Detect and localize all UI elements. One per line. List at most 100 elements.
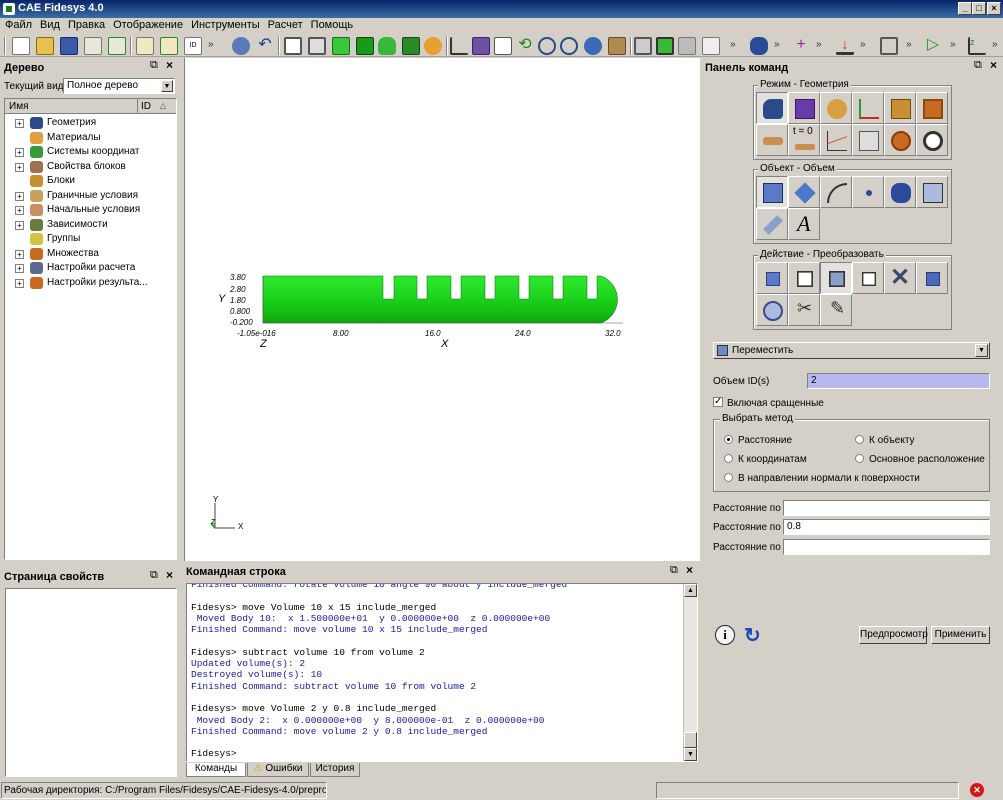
include-merged-checkbox[interactable]: ✓ [713, 397, 723, 407]
zoom-out-icon[interactable] [560, 37, 578, 55]
expand-icon[interactable]: + [15, 191, 24, 201]
mode-material-button[interactable] [820, 92, 852, 124]
mode-geometry-button[interactable] [756, 92, 788, 124]
scroll-down-icon[interactable]: ▼ [684, 748, 697, 761]
open-folder-icon[interactable] [36, 37, 54, 55]
action-create-button[interactable] [756, 262, 788, 294]
toolbar-more-icon-5[interactable]: » [860, 39, 866, 50]
mode-calc-button[interactable] [852, 124, 884, 156]
mode-results-button[interactable] [884, 124, 916, 156]
expand-icon[interactable]: + [15, 119, 24, 128]
menu-help[interactable]: Помощь [306, 18, 357, 31]
action-copy-button[interactable] [852, 262, 884, 294]
dist-z-input[interactable] [783, 539, 990, 555]
script-icon[interactable] [136, 37, 154, 55]
export-icon[interactable] [108, 37, 126, 55]
radio-normal[interactable] [724, 473, 733, 482]
properties-float-button[interactable]: ⧉ [150, 569, 158, 582]
front-view-icon[interactable] [634, 37, 652, 55]
error-indicator-icon[interactable]: ✕ [970, 783, 984, 797]
model-body[interactable] [262, 275, 618, 324]
action-unite-button[interactable] [756, 294, 788, 326]
operation-select[interactable]: Переместить ▼ [713, 342, 990, 359]
scroll-up-icon[interactable]: ▲ [684, 584, 697, 597]
display-volume-icon[interactable] [378, 37, 396, 55]
tree-view[interactable]: Имя ID △ + Геометрия Материалы + Системы коо… [4, 98, 177, 560]
id-icon[interactable]: ID [184, 37, 202, 55]
volume-ids-input[interactable]: 2 [807, 373, 990, 389]
col-id-header[interactable]: ID [141, 101, 151, 112]
current-view-select[interactable]: Полное дерево ▼ [63, 78, 175, 94]
menu-tools[interactable]: Инструменты [186, 18, 263, 31]
preview-button[interactable]: Предпросмотр [859, 626, 928, 644]
iso-view-icon[interactable] [702, 37, 720, 55]
run-icon[interactable]: ▷ [924, 37, 942, 55]
axes-icon[interactable] [450, 37, 468, 55]
mode-sets-button[interactable] [916, 92, 948, 124]
action-split-button[interactable]: ✂ [788, 294, 820, 326]
pan-icon[interactable] [584, 37, 602, 55]
expand-icon[interactable]: + [15, 148, 24, 157]
new-file-icon[interactable] [12, 37, 30, 55]
expand-icon[interactable]: + [15, 249, 24, 259]
object-volume-button[interactable] [756, 176, 788, 208]
menu-view[interactable]: Вид [35, 18, 63, 31]
menu-display[interactable]: Отображение [108, 18, 186, 31]
radio-base[interactable] [855, 454, 864, 463]
mode-functions-button[interactable] [820, 124, 852, 156]
chevron-down-icon[interactable]: ▼ [975, 344, 988, 357]
measure-icon[interactable]: ↓ [836, 37, 854, 55]
mode-mesh-button[interactable] [788, 92, 820, 124]
toolbar-more-icon[interactable]: » [208, 39, 214, 50]
maximize-button[interactable]: □ [972, 2, 986, 15]
minimize-button[interactable]: _ [958, 2, 972, 15]
col-name-header[interactable]: Имя [9, 101, 28, 112]
command-close-button[interactable]: × [686, 563, 693, 577]
expand-icon[interactable]: + [15, 206, 24, 215]
menu-file[interactable]: Файл [0, 18, 35, 31]
action-delete-button[interactable]: ✕ [884, 262, 916, 294]
info-icon[interactable]: i [715, 625, 735, 645]
command-float-button[interactable]: ⧉ [670, 564, 678, 577]
expand-icon[interactable]: + [15, 278, 24, 288]
menu-calc[interactable]: Расчет [263, 18, 306, 31]
mode-blocks-button[interactable] [884, 92, 916, 124]
object-vertex-button[interactable] [852, 176, 884, 208]
menu-edit[interactable]: Правка [63, 18, 108, 31]
tab-errors[interactable]: ⚠ Ошибки [247, 763, 309, 777]
radio-to-object[interactable] [855, 435, 864, 444]
mode-inspect-button[interactable] [916, 124, 948, 156]
axis-z-icon[interactable]: z [968, 37, 986, 55]
side-view-icon[interactable] [678, 37, 696, 55]
shaded-edges-icon[interactable] [356, 37, 374, 55]
display-mesh-icon[interactable] [402, 37, 420, 55]
chevron-down-icon[interactable]: ▼ [161, 80, 173, 92]
command-scrollbar[interactable]: ▲ ▼ [683, 584, 697, 761]
close-window-button[interactable]: × [987, 2, 1001, 15]
object-group-button[interactable] [916, 176, 948, 208]
dist-y-input[interactable]: 0.8 [783, 519, 990, 535]
tree-pane-float-button[interactable]: ⧉ [150, 59, 158, 72]
distance-icon[interactable] [880, 37, 898, 55]
shaded-icon[interactable] [332, 37, 350, 55]
command-output[interactable]: Finished Command: rotate volume 10 angle… [186, 583, 698, 762]
graphics-viewport[interactable]: 3.80 2.80 1.80 0.800 -0.200 Y -1.05e-016… [184, 58, 700, 561]
apply-button[interactable]: Применить [931, 626, 990, 644]
crosshair-icon[interactable]: + [792, 37, 810, 55]
perspective-icon[interactable] [472, 37, 490, 55]
mode-bc-button[interactable] [756, 124, 788, 156]
radio-to-coords[interactable] [724, 454, 733, 463]
mesh-group-icon[interactable] [750, 37, 768, 55]
hidden-line-icon[interactable] [308, 37, 326, 55]
save-as-icon[interactable] [84, 37, 102, 55]
display-material-icon[interactable] [424, 37, 442, 55]
toolbar-more-icon-8[interactable]: » [992, 39, 998, 50]
expand-icon[interactable]: + [15, 264, 24, 273]
fit-view-icon[interactable] [494, 37, 512, 55]
rotate-icon[interactable]: ⟲ [516, 37, 534, 55]
expand-icon[interactable]: + [15, 220, 24, 230]
object-measure-button[interactable] [756, 208, 788, 240]
wireframe-icon[interactable] [284, 37, 302, 55]
mode-initial-button[interactable]: t = 0 [788, 124, 820, 156]
toolbar-more-icon-7[interactable]: » [950, 39, 956, 50]
